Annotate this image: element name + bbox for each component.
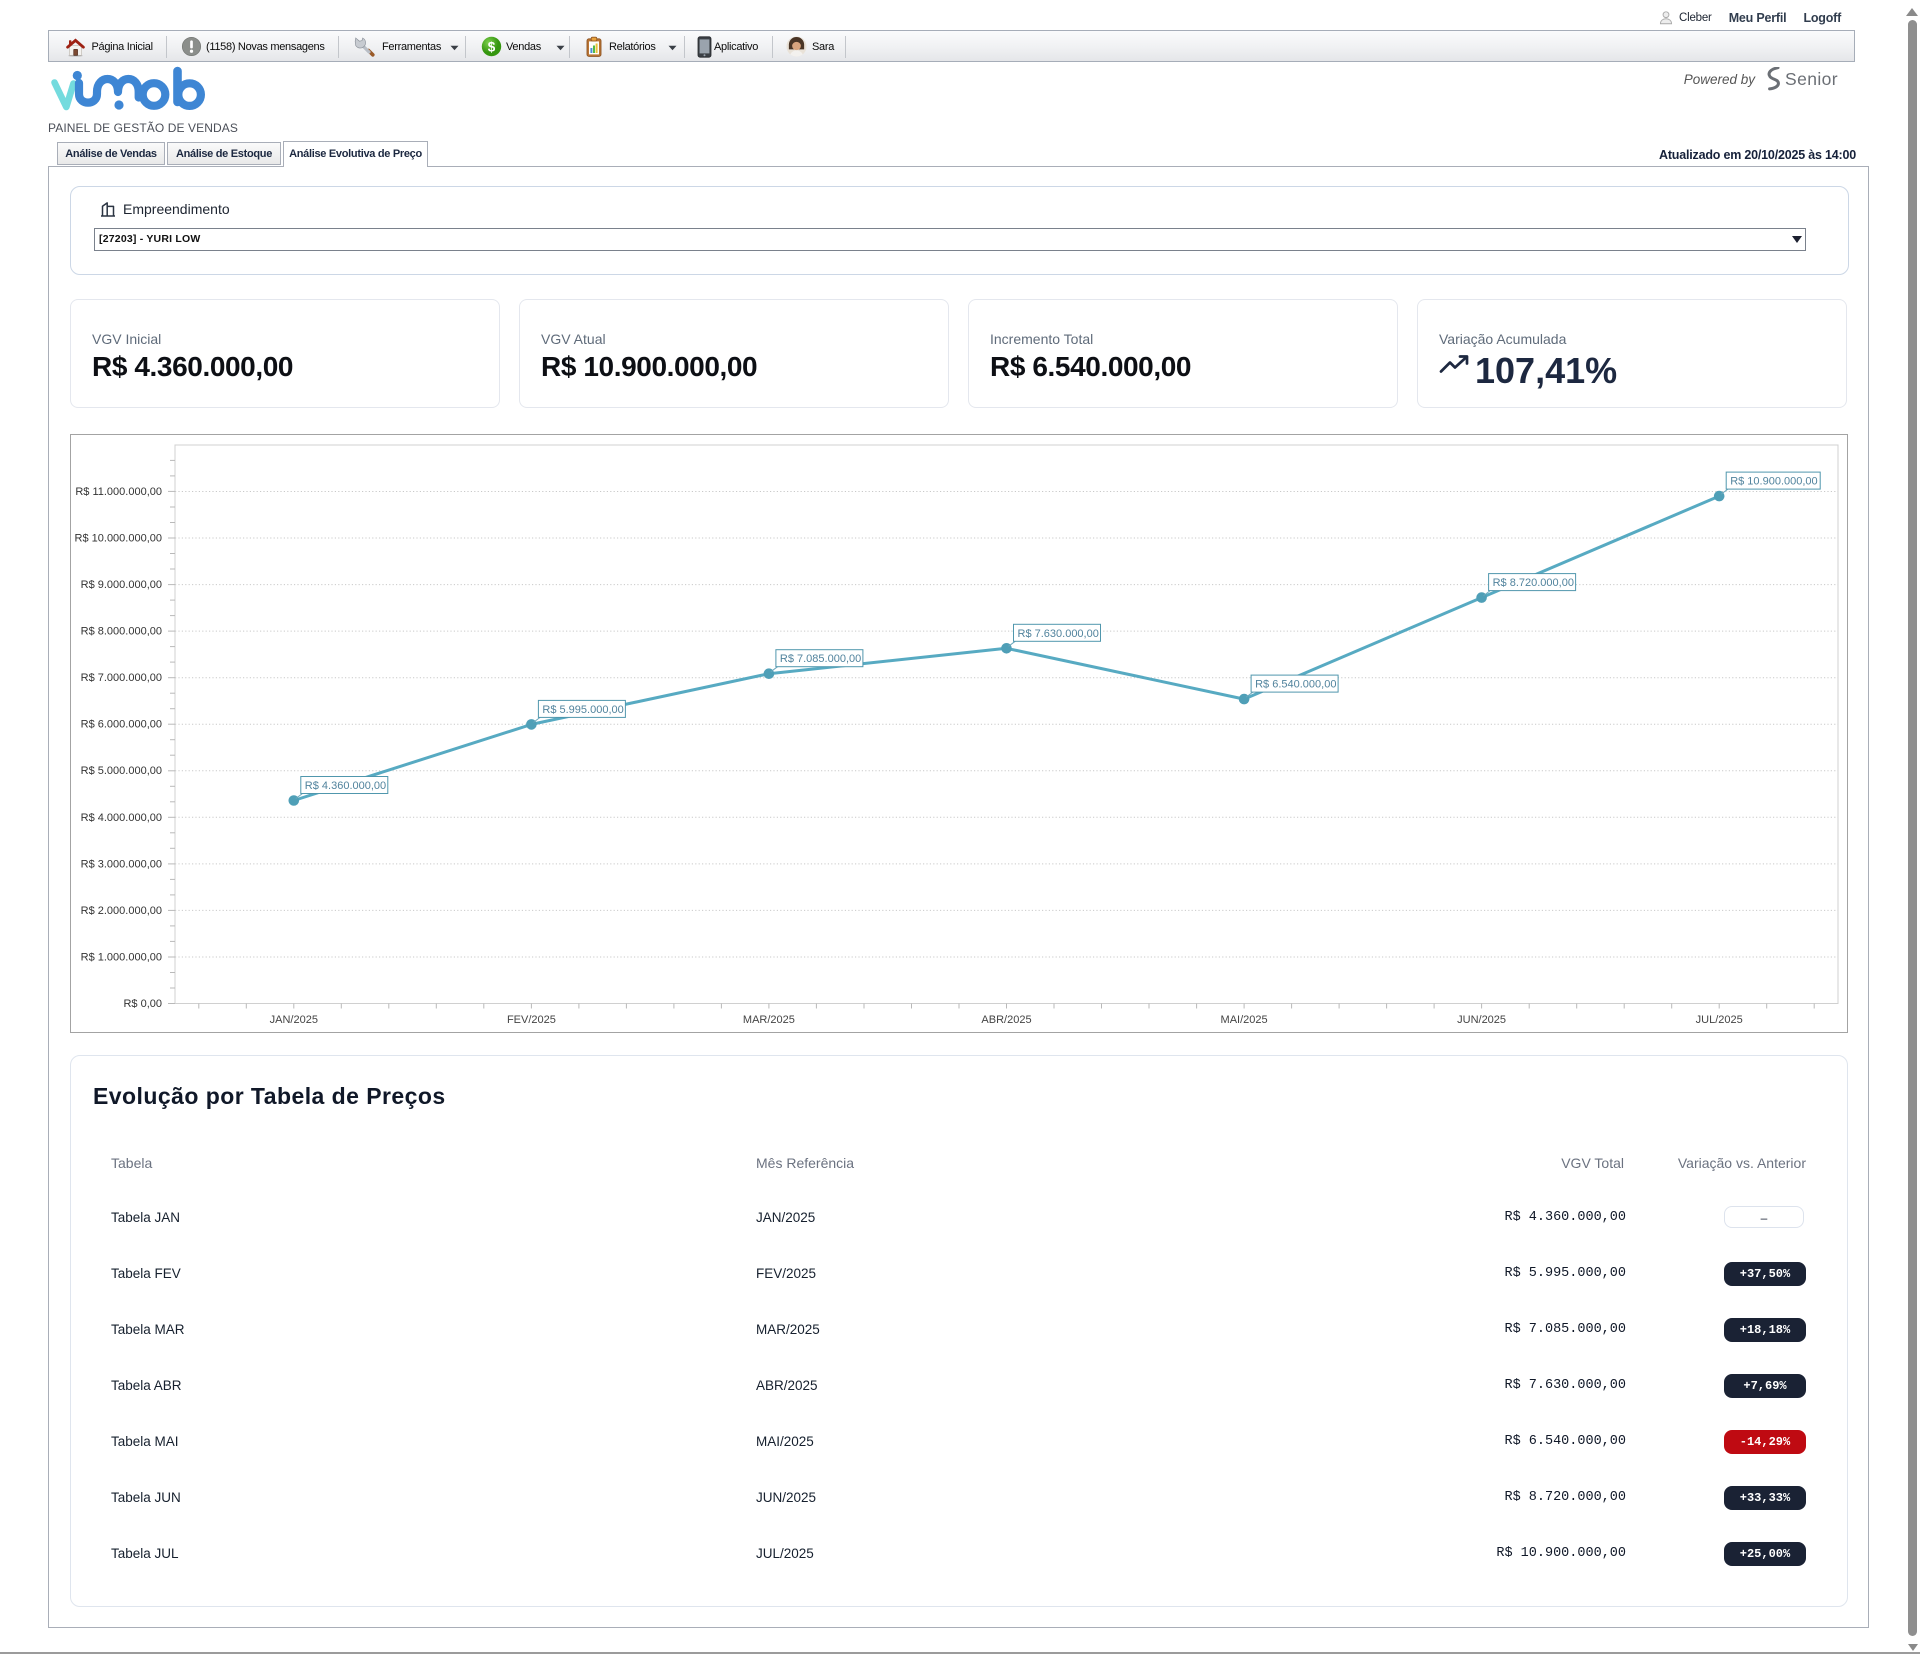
svg-text:R$ 7.085.000,00: R$ 7.085.000,00 [780, 653, 861, 665]
svg-text:R$ 4.360.000,00: R$ 4.360.000,00 [305, 780, 386, 792]
svg-text:ABR/2025: ABR/2025 [981, 1014, 1031, 1026]
svg-text:R$ 11.000.000,00: R$ 11.000.000,00 [75, 486, 162, 498]
svg-text:MAI/2025: MAI/2025 [1221, 1014, 1268, 1026]
svg-text:MAR/2025: MAR/2025 [743, 1014, 795, 1026]
svg-text:R$ 8.720.000,00: R$ 8.720.000,00 [1493, 577, 1574, 589]
svg-text:$: $ [488, 39, 496, 54]
svg-text:JUN/2025: JUN/2025 [1457, 1014, 1506, 1026]
svg-text:R$ 4.000.000,00: R$ 4.000.000,00 [81, 812, 162, 824]
svg-text:R$ 3.000.000,00: R$ 3.000.000,00 [81, 858, 162, 870]
svg-text:R$ 10.900.000,00: R$ 10.900.000,00 [1730, 476, 1817, 488]
svg-text:R$ 7.630.000,00: R$ 7.630.000,00 [1018, 628, 1099, 640]
svg-text:R$ 5.995.000,00: R$ 5.995.000,00 [542, 704, 623, 716]
svg-text:R$ 2.000.000,00: R$ 2.000.000,00 [81, 905, 162, 917]
svg-text:R$ 7.000.000,00: R$ 7.000.000,00 [81, 672, 162, 684]
svg-text:R$ 6.000.000,00: R$ 6.000.000,00 [81, 719, 162, 731]
svg-text:FEV/2025: FEV/2025 [507, 1014, 556, 1026]
svg-text:R$ 1.000.000,00: R$ 1.000.000,00 [81, 952, 162, 964]
svg-text:R$ 0,00: R$ 0,00 [123, 998, 162, 1010]
svg-text:R$ 5.000.000,00: R$ 5.000.000,00 [81, 765, 162, 777]
svg-text:R$ 9.000.000,00: R$ 9.000.000,00 [81, 579, 162, 591]
svg-text:JUL/2025: JUL/2025 [1696, 1014, 1743, 1026]
svg-text:R$ 8.000.000,00: R$ 8.000.000,00 [81, 626, 162, 638]
svg-text:R$ 6.540.000,00: R$ 6.540.000,00 [1255, 679, 1336, 691]
svg-text:R$ 10.000.000,00: R$ 10.000.000,00 [75, 533, 162, 545]
svg-text:JAN/2025: JAN/2025 [270, 1014, 318, 1026]
